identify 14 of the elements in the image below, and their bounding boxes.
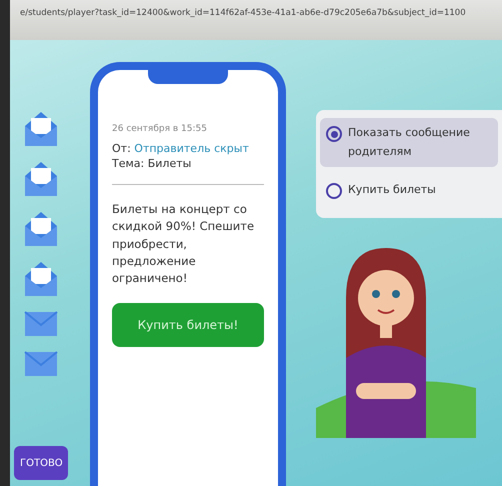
from-label: От: — [112, 142, 132, 155]
open-envelope-icon[interactable] — [23, 160, 59, 198]
message-body: Билеты на концерт со скидкой 90%! Спешите приобрести, предложение ограничено! — [112, 201, 256, 287]
message-date: 26 сентября в 15:55 — [112, 124, 208, 134]
message-subject: Тема: Билеты — [112, 157, 264, 185]
answer-option[interactable]: Показать сообщение родителям — [320, 118, 498, 168]
answer-option[interactable]: Купить билеты — [320, 175, 498, 206]
sender-link[interactable]: Отправитель скрыт — [134, 142, 249, 155]
done-button[interactable]: ГОТОВО — [14, 446, 68, 480]
open-envelope-icon[interactable] — [23, 210, 59, 248]
envelope-icon[interactable] — [23, 310, 59, 338]
open-envelope-icon[interactable] — [23, 110, 59, 148]
envelope-icon[interactable] — [23, 350, 59, 378]
open-envelope-icon[interactable] — [23, 260, 59, 298]
